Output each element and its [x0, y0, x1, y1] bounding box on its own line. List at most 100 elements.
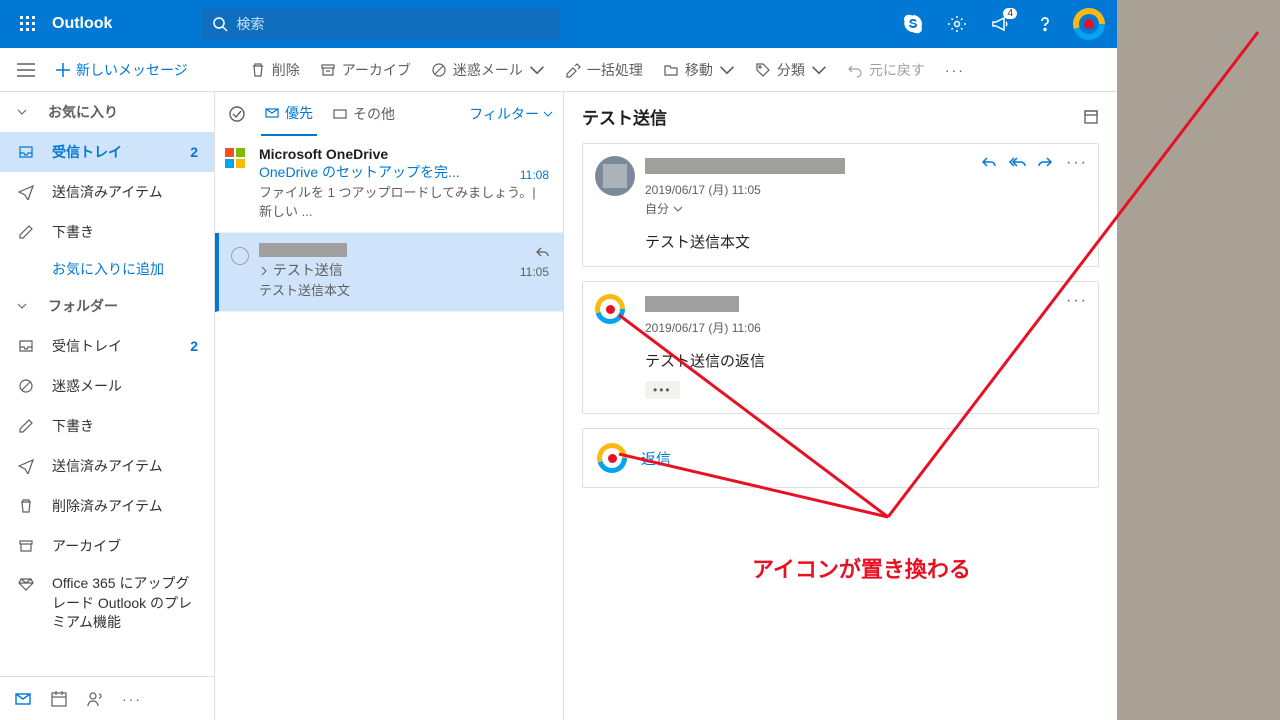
new-message-label: 新しいメッセージ [76, 60, 188, 80]
popout-icon[interactable] [1083, 109, 1099, 125]
folders-section[interactable]: フォルダー [0, 286, 214, 326]
list-header: 優先 その他 フィルター [215, 92, 563, 136]
sweep-icon [565, 62, 581, 78]
avatar-ring-icon [597, 443, 627, 473]
message-list: 優先 その他 フィルター Microsoft OneDrive OneDrive… [214, 92, 564, 720]
other-icon [333, 107, 347, 121]
sidebar-folder-deleted[interactable]: 削除済みアイテム [0, 486, 214, 526]
forward-button[interactable] [1038, 154, 1054, 172]
sidebar-folder-drafts[interactable]: 下書き [0, 406, 214, 446]
reading-pane: テスト送信 2019/06/17 (月) 11:05 自分 テスト送信本文 [564, 92, 1117, 720]
archive-button[interactable]: アーカイブ [310, 50, 421, 90]
inbox-icon [18, 144, 34, 160]
trash-icon [18, 498, 34, 514]
delete-button[interactable]: 削除 [240, 50, 310, 90]
reply-button[interactable] [980, 154, 996, 172]
help-icon[interactable] [1025, 4, 1065, 44]
hamburger-icon[interactable] [6, 50, 46, 90]
sidebar-footer: ··· [0, 676, 214, 720]
message-body: テスト送信の返信 [645, 350, 1084, 371]
message-date: 2019/06/17 (月) 11:06 [645, 319, 1084, 336]
skype-icon[interactable] [893, 4, 933, 44]
junk-button[interactable]: 迷惑メール [421, 50, 555, 90]
profile-avatar[interactable] [1069, 4, 1109, 44]
sidebar-folder-junk[interactable]: 迷惑メール [0, 366, 214, 406]
sidebar: お気に入り 受信トレイ 2 送信済みアイテム 下書き お気に入りに追加 [0, 92, 214, 720]
sidebar-item-inbox[interactable]: 受信トレイ 2 [0, 132, 214, 172]
tab-other[interactable]: その他 [329, 92, 399, 136]
undo-button[interactable]: 元に戻す [837, 50, 935, 90]
undo-icon [847, 62, 863, 78]
app-header: Outlook 4 [0, 0, 1117, 48]
message-item[interactable]: Microsoft OneDrive OneDrive のセットアップを完...… [215, 136, 563, 233]
chevron-down-icon [16, 300, 28, 312]
move-button[interactable]: 移動 [653, 50, 745, 90]
message-body: テスト送信本文 [645, 231, 1084, 252]
reply-link[interactable]: 返信 [641, 448, 671, 469]
chevron-down-icon [811, 62, 827, 78]
megaphone-badge: 4 [1003, 8, 1017, 19]
sidebar-item-drafts[interactable]: 下書き [0, 212, 214, 252]
more-button[interactable]: ··· [935, 50, 975, 90]
categorize-button[interactable]: 分類 [745, 50, 837, 90]
reply-all-button[interactable] [1008, 154, 1026, 172]
junk-icon [431, 62, 447, 78]
sender-redacted [645, 296, 739, 312]
new-message-button[interactable]: 新しいメッセージ [46, 60, 198, 80]
more-actions-button[interactable]: ··· [1066, 154, 1088, 172]
more-actions-button[interactable]: ··· [1066, 292, 1088, 310]
message-from [259, 243, 549, 260]
reply-icon [535, 245, 549, 259]
show-more-button[interactable]: ••• [645, 381, 680, 399]
microsoft-logo-icon [225, 148, 245, 168]
move-icon [663, 62, 679, 78]
sender-redacted [645, 158, 845, 174]
message-date: 2019/06/17 (月) 11:05 [645, 181, 1084, 198]
settings-icon[interactable] [937, 4, 977, 44]
archive-icon [18, 538, 34, 554]
message-actions: ··· [1066, 292, 1088, 310]
app-launcher-icon[interactable] [8, 4, 48, 44]
message-item[interactable]: テスト送信 テスト送信本文 11:05 [215, 233, 563, 312]
chevron-down-icon [16, 106, 28, 118]
message-card: 2019/06/17 (月) 11:06 テスト送信の返信 ••• ··· [582, 281, 1099, 414]
sweep-button[interactable]: 一括処理 [555, 50, 653, 90]
draft-icon [18, 224, 34, 240]
reply-card[interactable]: 返信 [582, 428, 1099, 488]
sidebar-folder-sent[interactable]: 送信済みアイテム [0, 446, 214, 486]
trash-icon [250, 62, 266, 78]
chevron-down-icon [673, 204, 683, 214]
favorites-section[interactable]: お気に入り [0, 92, 214, 132]
message-preview: ファイルを 1 つアップロードしてみましょう。| 新しい ... [259, 182, 549, 220]
tab-focused[interactable]: 優先 [261, 92, 317, 136]
focused-icon [265, 106, 279, 120]
search-icon [212, 16, 228, 32]
tag-icon [755, 62, 771, 78]
more-icon[interactable]: ··· [122, 691, 142, 707]
inbox-icon [18, 338, 34, 354]
add-favorite-link[interactable]: お気に入りに追加 [0, 252, 214, 286]
megaphone-icon[interactable]: 4 [981, 4, 1021, 44]
search-box[interactable] [202, 8, 560, 40]
sidebar-item-sent[interactable]: 送信済みアイテム [0, 172, 214, 212]
sidebar-upgrade[interactable]: Office 365 にアップグレード Outlook のプレミアム機能 [0, 566, 214, 641]
mail-icon[interactable] [14, 690, 32, 708]
reading-title: テスト送信 [582, 104, 667, 129]
filter-button[interactable]: フィルター [469, 104, 553, 124]
message-card: 2019/06/17 (月) 11:05 自分 テスト送信本文 ··· [582, 143, 1099, 267]
draft-icon [18, 418, 34, 434]
send-icon [18, 184, 34, 200]
sidebar-folder-archive[interactable]: アーカイブ [0, 526, 214, 566]
brand-label: Outlook [52, 15, 112, 33]
junk-icon [18, 378, 34, 394]
message-time: 11:08 [520, 168, 549, 182]
message-from: Microsoft OneDrive [259, 146, 549, 162]
message-subject: テスト送信 [259, 260, 549, 280]
select-all-icon[interactable] [225, 105, 249, 123]
search-input[interactable] [236, 16, 550, 32]
archive-icon [320, 62, 336, 78]
select-icon[interactable] [231, 247, 249, 265]
sidebar-folder-inbox[interactable]: 受信トレイ 2 [0, 326, 214, 366]
people-icon[interactable] [86, 690, 104, 708]
calendar-icon[interactable] [50, 690, 68, 708]
